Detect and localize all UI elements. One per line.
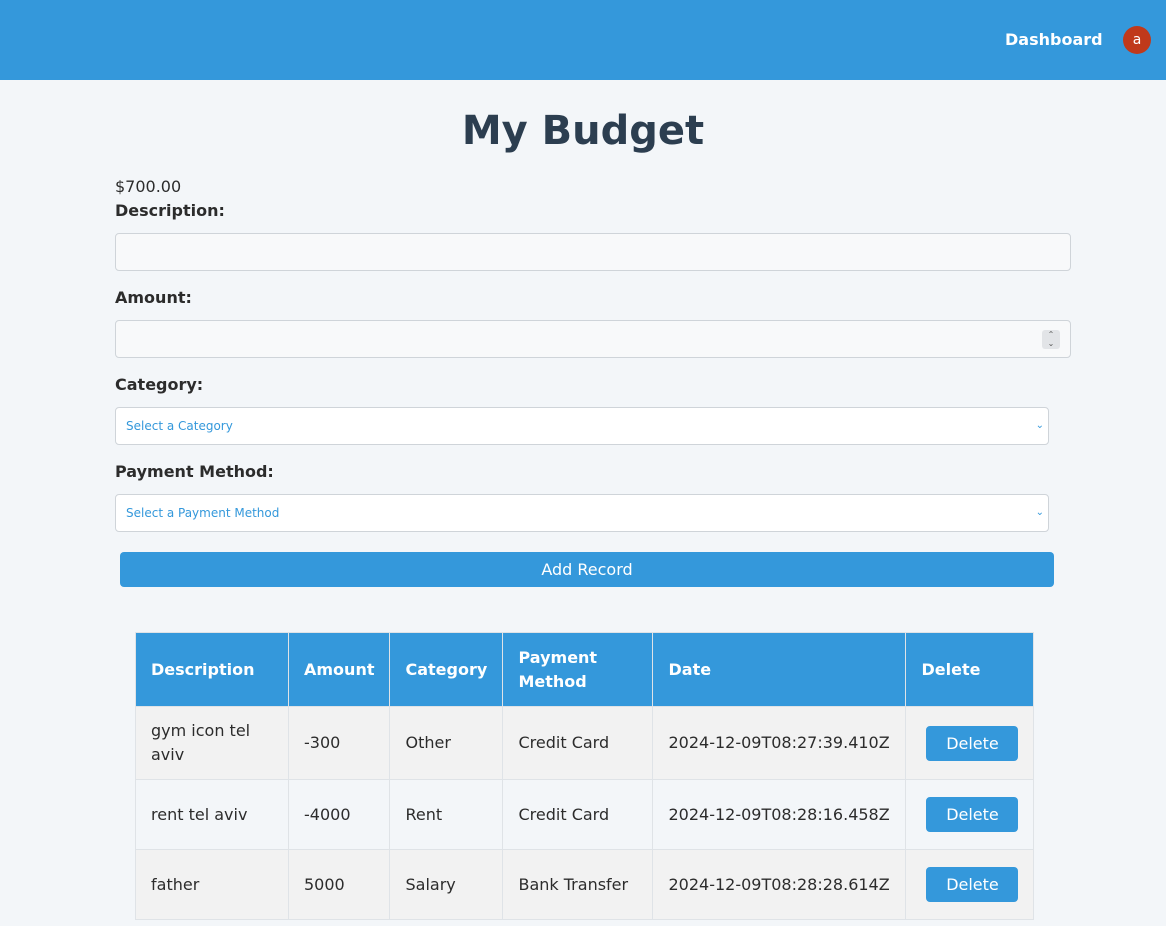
cell-category: Other	[389, 706, 504, 780]
cell-description: rent tel aviv	[135, 779, 289, 850]
payment-method-label: Payment Method:	[115, 462, 274, 481]
category-select[interactable]: Select a Category ⌄	[115, 407, 1049, 445]
delete-button[interactable]: Delete	[926, 797, 1019, 832]
cell-payment-method: Credit Card	[502, 706, 654, 780]
cell-payment-method: Credit Card	[502, 779, 654, 850]
cell-delete: Delete	[905, 779, 1035, 850]
cell-description: gym icon tel aviv	[135, 706, 289, 780]
cell-description: father	[135, 849, 289, 920]
category-label: Category:	[115, 375, 204, 394]
page-title: My Budget	[461, 108, 705, 154]
description-label: Description:	[115, 201, 225, 220]
column-header-description: Description	[135, 632, 289, 707]
table-row: rent tel aviv -4000 Rent Credit Card 202…	[135, 779, 1035, 850]
table-row: gym icon tel aviv -300 Other Credit Card…	[135, 706, 1035, 780]
chevron-down-icon: ⌄	[1035, 420, 1044, 431]
add-record-button[interactable]: Add Record	[120, 552, 1054, 587]
payment-method-select[interactable]: Select a Payment Method ⌄	[115, 494, 1049, 532]
column-header-payment-method: Payment Method	[502, 632, 654, 707]
amount-input[interactable]: ⌃ ⌄	[115, 320, 1071, 358]
records-table: Description Amount Category Payment Meth…	[135, 632, 1035, 920]
payment-method-select-value: Select a Payment Method	[126, 506, 280, 520]
cell-delete: Delete	[905, 706, 1035, 780]
cell-delete: Delete	[905, 849, 1035, 920]
cell-amount: -300	[287, 706, 391, 780]
column-header-delete: Delete	[905, 632, 1035, 707]
cell-payment-method: Bank Transfer	[502, 849, 654, 920]
user-avatar[interactable]: a	[1123, 26, 1151, 54]
cell-date: 2024-12-09T08:28:28.614Z	[652, 849, 907, 920]
balance-total: $700.00	[115, 177, 182, 196]
description-input[interactable]	[115, 233, 1071, 271]
cell-category: Rent	[389, 779, 504, 850]
dashboard-link[interactable]: Dashboard	[1005, 29, 1103, 51]
cell-category: Salary	[389, 849, 504, 920]
category-select-value: Select a Category	[126, 419, 233, 433]
cell-amount: -4000	[287, 779, 391, 850]
chevron-down-icon: ⌄	[1035, 507, 1044, 518]
table-row: father 5000 Salary Bank Transfer 2024-12…	[135, 849, 1035, 920]
delete-button[interactable]: Delete	[926, 867, 1019, 902]
column-header-category: Category	[389, 632, 504, 707]
column-header-amount: Amount	[287, 632, 391, 707]
cell-date: 2024-12-09T08:27:39.410Z	[652, 706, 907, 780]
amount-label: Amount:	[115, 288, 192, 307]
cell-date: 2024-12-09T08:28:16.458Z	[652, 779, 907, 850]
table-header-row: Description Amount Category Payment Meth…	[135, 632, 1035, 707]
amount-spinner[interactable]: ⌃ ⌄	[1042, 330, 1060, 349]
column-header-date: Date	[652, 632, 907, 707]
top-navbar: Dashboard a	[0, 0, 1166, 80]
delete-button[interactable]: Delete	[926, 725, 1019, 761]
cell-amount: 5000	[287, 849, 391, 920]
